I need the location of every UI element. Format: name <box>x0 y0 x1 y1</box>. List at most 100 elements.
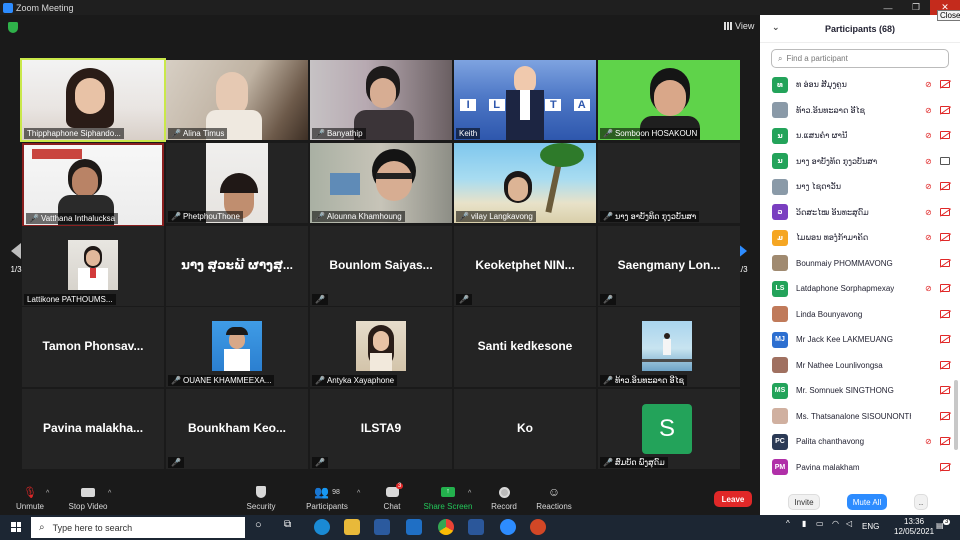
mail-icon[interactable] <box>406 519 422 535</box>
minimize-button[interactable]: — <box>874 0 902 15</box>
cortana-icon[interactable]: ○ <box>255 519 262 531</box>
chrome-icon[interactable] <box>438 519 454 535</box>
participant-row[interactable]: Bounmaiy PHOMMAVONG <box>760 251 954 277</box>
participants-options-caret[interactable]: ^ <box>357 490 360 497</box>
video-tile[interactable]: 🎤 Banyathip <box>310 60 452 140</box>
window-title: Zoom Meeting <box>16 2 74 13</box>
mic-muted-icon: ⊘ <box>925 207 932 217</box>
mic-muted-icon: 🎤 <box>459 295 469 304</box>
participant-row[interactable]: ວ ວິດສະໄໝ ອິນທະສຸດົມ ⊘ <box>760 200 954 226</box>
file-explorer-icon[interactable] <box>344 519 360 535</box>
video-tile[interactable]: 🎤 Antyka Xayaphone <box>310 307 452 387</box>
video-tile[interactable]: ນາງ ສຸວະພີ ຜາງສຸ... <box>166 226 308 306</box>
participant-row[interactable]: ນ ນາງ ອາບັງທິດ ກຸງວບັນສາ ⊘ <box>760 149 954 175</box>
video-tile[interactable]: Ko <box>454 389 596 469</box>
unmute-button[interactable]: 🎙 Unmute <box>0 485 60 512</box>
mute-all-button[interactable]: Mute All <box>847 494 887 510</box>
video-off-icon <box>940 207 950 216</box>
video-tile[interactable]: 🎤 Alina Timus <box>166 60 308 140</box>
video-on-icon <box>940 156 950 165</box>
participant-name: Mr Nathee Lounlivongsa <box>796 360 883 370</box>
restore-button[interactable]: ❐ <box>902 0 930 15</box>
volume-icon[interactable]: ◁ <box>846 519 852 528</box>
share-options-caret[interactable]: ^ <box>468 490 471 497</box>
participant-row[interactable]: Ms. Thatsanalone SISOUNONTH <box>760 404 954 430</box>
video-tile[interactable]: Tamon Phonsav... <box>22 307 164 387</box>
mic-muted-icon: 🎙 <box>23 486 37 499</box>
store-icon[interactable] <box>374 519 390 535</box>
participant-name: Mr. Somnuek SINGTHONG <box>796 386 894 396</box>
video-tile[interactable]: 🎤 Vatthana Inthalucksa <box>22 143 164 227</box>
share-screen-button[interactable]: ↑ Share Screen <box>418 485 478 511</box>
stop-video-button[interactable]: Stop Video <box>58 485 118 511</box>
tray-chevron-up-icon[interactable]: ^ <box>786 519 790 528</box>
video-tile[interactable]: Santi kedkesone <box>454 307 596 387</box>
video-tile[interactable]: 🎤 ທ້າວ.ອິນທະລາດ ອີໄຊ <box>598 307 740 387</box>
participant-row[interactable]: MS Mr. Somnuek SINGTHONG <box>760 378 954 404</box>
participant-list-scrollbar[interactable] <box>954 380 958 450</box>
language-indicator[interactable]: ENG <box>862 522 879 531</box>
mic-muted-icon: 🎤 <box>603 129 613 138</box>
video-tile[interactable]: 🎤 Alounna Khamhoung <box>310 143 452 223</box>
security-shield-icon[interactable] <box>8 22 18 33</box>
participant-name-big: Tamon Phonsav... <box>42 339 144 353</box>
edge-browser-icon[interactable] <box>314 519 330 535</box>
word-icon[interactable] <box>468 519 484 535</box>
participant-row[interactable]: ທ ທ ອ່ອນ ສີມຸງຄູນ ⊘ <box>760 72 954 98</box>
participant-row[interactable]: PC Palita chanthavong ⊘ <box>760 429 954 455</box>
mic-muted-icon: 🎤 <box>171 212 181 221</box>
video-tile[interactable]: 🎤 vilay Langkavong <box>454 143 596 223</box>
security-button[interactable]: Security <box>231 485 291 511</box>
participant-row[interactable]: Linda Bounyavong <box>760 302 954 328</box>
video-tile[interactable]: I L S T A Keith <box>454 60 596 140</box>
reactions-label: Reactions <box>536 502 572 511</box>
reactions-button[interactable]: ☺ Reactions <box>524 485 584 511</box>
participant-name: ນາງ ໄຊດາວັນ <box>796 182 842 192</box>
mic-muted-icon: 🎤 <box>315 458 325 467</box>
video-tile[interactable]: Saengmany Lon... 🎤 <box>598 226 740 306</box>
more-options-button[interactable]: .. <box>914 494 928 510</box>
leave-button[interactable]: Leave <box>714 491 752 507</box>
video-tile[interactable]: Bounkham Keo... 🎤 <box>166 389 308 469</box>
zoom-taskbar-icon[interactable] <box>500 519 516 535</box>
search-input[interactable]: ⌕ Find a participant <box>771 49 949 68</box>
wifi-icon[interactable]: ◠ <box>832 519 839 528</box>
audio-options-caret[interactable]: ^ <box>46 490 49 497</box>
video-tile[interactable]: 🎤 PhetphouThone <box>166 143 308 223</box>
video-tile[interactable]: Thipphaphone Siphando... <box>20 58 166 142</box>
participant-row[interactable]: ນາງ ໄຊດາວັນ ⊘ <box>760 174 954 200</box>
avatar <box>772 357 788 374</box>
video-tile[interactable]: Keoketphet NIN... 🎤 <box>454 226 596 306</box>
powerpoint-icon[interactable] <box>530 519 546 535</box>
participant-row[interactable]: ທ້າວ.ອິນທະລາດ ອີໄຊ ⊘ <box>760 98 954 124</box>
participant-row[interactable]: ນ ນ.ແສນຄຳ ຜານີ ⊘ <box>760 123 954 149</box>
taskbar-search-input[interactable]: ⌕ Type here to search <box>31 517 245 538</box>
video-tile[interactable]: ILSTA9 🎤 <box>310 389 452 469</box>
video-tile[interactable]: S 🎤 ສົມບັດ ພົງສຸດົມ <box>598 389 740 469</box>
task-view-icon[interactable]: ⧉ <box>284 519 291 530</box>
video-options-caret[interactable]: ^ <box>108 490 111 497</box>
clock[interactable]: 13:36 12/05/2021 <box>894 517 934 537</box>
participant-row[interactable]: Mr Nathee Lounlivongsa <box>760 353 954 379</box>
invite-button[interactable]: Invite <box>788 494 820 510</box>
view-button[interactable]: View <box>724 21 754 31</box>
video-tile[interactable]: Lattikone PATHOUMS... <box>22 226 164 306</box>
participant-row[interactable]: MJ Mr Jack Kee LAKMEUANG <box>760 327 954 353</box>
participants-button[interactable]: 👥 98 Participants <box>297 485 357 511</box>
video-tile[interactable]: Bounlom Saiyas... 🎤 <box>310 226 452 306</box>
chevron-down-icon[interactable]: ⌄ <box>772 22 780 33</box>
video-off-icon <box>940 437 950 445</box>
chat-button[interactable]: 3 Chat <box>362 483 422 511</box>
avatar: MJ <box>772 331 788 348</box>
video-off-icon <box>940 80 950 88</box>
windows-start-icon[interactable] <box>11 522 21 532</box>
participant-row[interactable]: PM Pavina malakham <box>760 455 954 481</box>
participant-row[interactable]: ມ ໄມພອນ ທອງໍກ້າມາຄິດ ⊘ <box>760 225 954 251</box>
tray-app-icon[interactable]: ▮ <box>802 519 806 528</box>
battery-icon[interactable]: ▭ <box>816 519 824 528</box>
participant-row[interactable]: LS Latdaphone Sorphapmexay ⊘ <box>760 276 954 302</box>
video-tile[interactable]: 🎤 Somboon HOSAKOUN <box>598 60 740 140</box>
video-tile[interactable]: Pavina malakha... <box>22 389 164 469</box>
video-tile[interactable]: 🎤 OUANE KHAMMEEXA... <box>166 307 308 387</box>
video-tile[interactable]: 🎤 ນາງ ອາບັງທິດ ກຸງວບັນສາ <box>598 143 740 223</box>
